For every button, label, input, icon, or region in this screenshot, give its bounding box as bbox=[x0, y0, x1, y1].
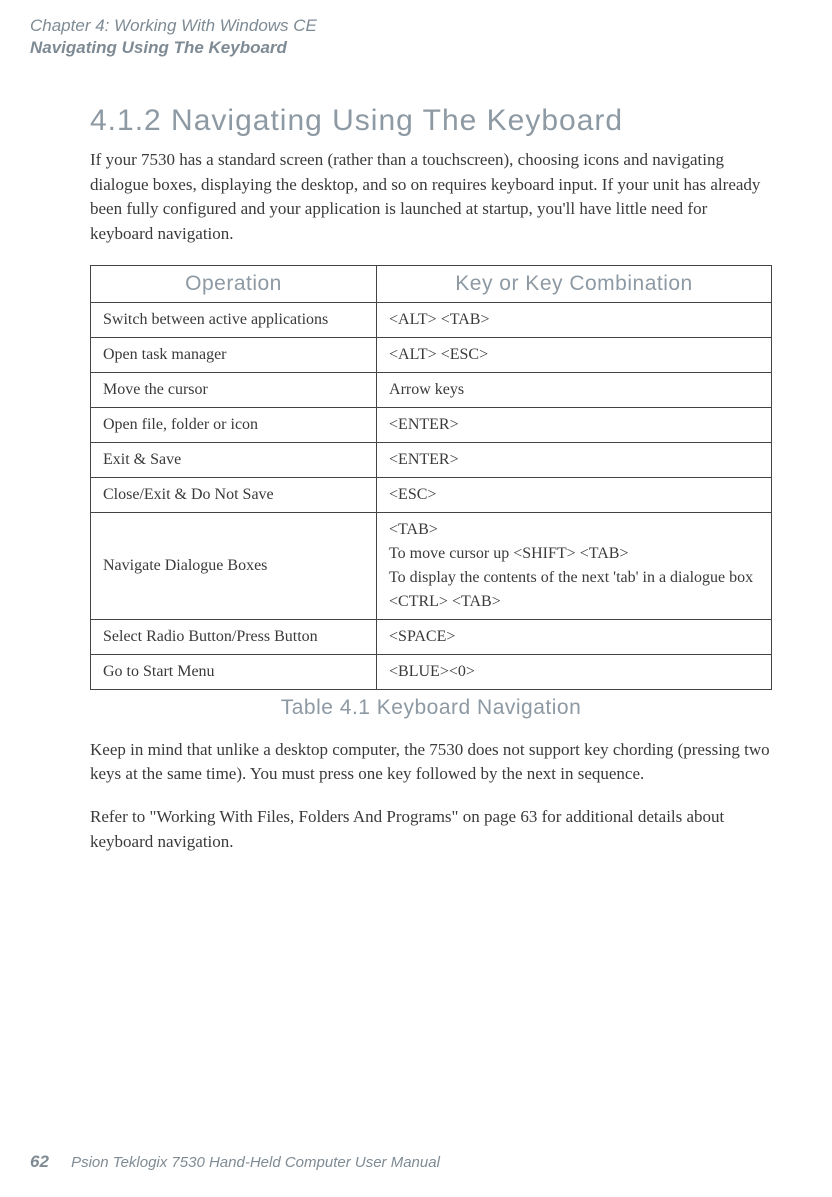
table-cell-operation: Close/Exit & Do Not Save bbox=[91, 477, 377, 512]
table-cell-key: <BLUE><0> bbox=[377, 654, 772, 689]
table-row: Select Radio Button/Press Button <SPACE> bbox=[91, 619, 772, 654]
section-heading: 4.1.2 Navigating Using The Keyboard bbox=[90, 104, 772, 138]
page-number: 62 bbox=[30, 1152, 49, 1171]
table-row: Exit & Save <ENTER> bbox=[91, 442, 772, 477]
table-row: Go to Start Menu <BLUE><0> bbox=[91, 654, 772, 689]
section-label: Navigating Using The Keyboard bbox=[30, 37, 772, 59]
table-cell-key: <TAB> To move cursor up <SHIFT> <TAB> To… bbox=[377, 512, 772, 619]
footer-title: Psion Teklogix 7530 Hand-Held Computer U… bbox=[71, 1154, 440, 1171]
page-header: Chapter 4: Working With Windows CE Navig… bbox=[30, 15, 772, 59]
table-cell-key: Arrow keys bbox=[377, 372, 772, 407]
table-cell-key: <ENTER> bbox=[377, 407, 772, 442]
intro-paragraph: If your 7530 has a standard screen (rath… bbox=[90, 148, 772, 247]
paragraph-after-table-2: Refer to "Working With Files, Folders An… bbox=[90, 805, 772, 854]
table-row: Move the cursor Arrow keys bbox=[91, 372, 772, 407]
table-cell-key: <ENTER> bbox=[377, 442, 772, 477]
table-cell-operation: Open file, folder or icon bbox=[91, 407, 377, 442]
table-row: Close/Exit & Do Not Save <ESC> bbox=[91, 477, 772, 512]
main-content: 4.1.2 Navigating Using The Keyboard If y… bbox=[90, 104, 772, 854]
table-row: Switch between active applications <ALT>… bbox=[91, 302, 772, 337]
paragraph-after-table-1: Keep in mind that unlike a desktop compu… bbox=[90, 738, 772, 787]
table-cell-key: <SPACE> bbox=[377, 619, 772, 654]
table-cell-key: <ALT> <ESC> bbox=[377, 337, 772, 372]
table-row: Navigate Dialogue Boxes <TAB> To move cu… bbox=[91, 512, 772, 619]
table-cell-operation: Go to Start Menu bbox=[91, 654, 377, 689]
table-header-operation: Operation bbox=[91, 265, 377, 302]
table-caption: Table 4.1 Keyboard Navigation bbox=[90, 696, 772, 720]
table-cell-key: <ESC> bbox=[377, 477, 772, 512]
keyboard-navigation-table: Operation Key or Key Combination Switch … bbox=[90, 265, 772, 690]
table-cell-operation: Move the cursor bbox=[91, 372, 377, 407]
table-cell-operation: Switch between active applications bbox=[91, 302, 377, 337]
page-footer: 62 Psion Teklogix 7530 Hand-Held Compute… bbox=[30, 1152, 440, 1172]
table-cell-operation: Open task manager bbox=[91, 337, 377, 372]
chapter-label: Chapter 4: Working With Windows CE bbox=[30, 15, 772, 37]
table-cell-operation: Exit & Save bbox=[91, 442, 377, 477]
table-cell-key: <ALT> <TAB> bbox=[377, 302, 772, 337]
table-row: Open task manager <ALT> <ESC> bbox=[91, 337, 772, 372]
table-cell-operation: Select Radio Button/Press Button bbox=[91, 619, 377, 654]
table-header-key: Key or Key Combination bbox=[377, 265, 772, 302]
table-cell-operation: Navigate Dialogue Boxes bbox=[91, 512, 377, 619]
table-row: Open file, folder or icon <ENTER> bbox=[91, 407, 772, 442]
